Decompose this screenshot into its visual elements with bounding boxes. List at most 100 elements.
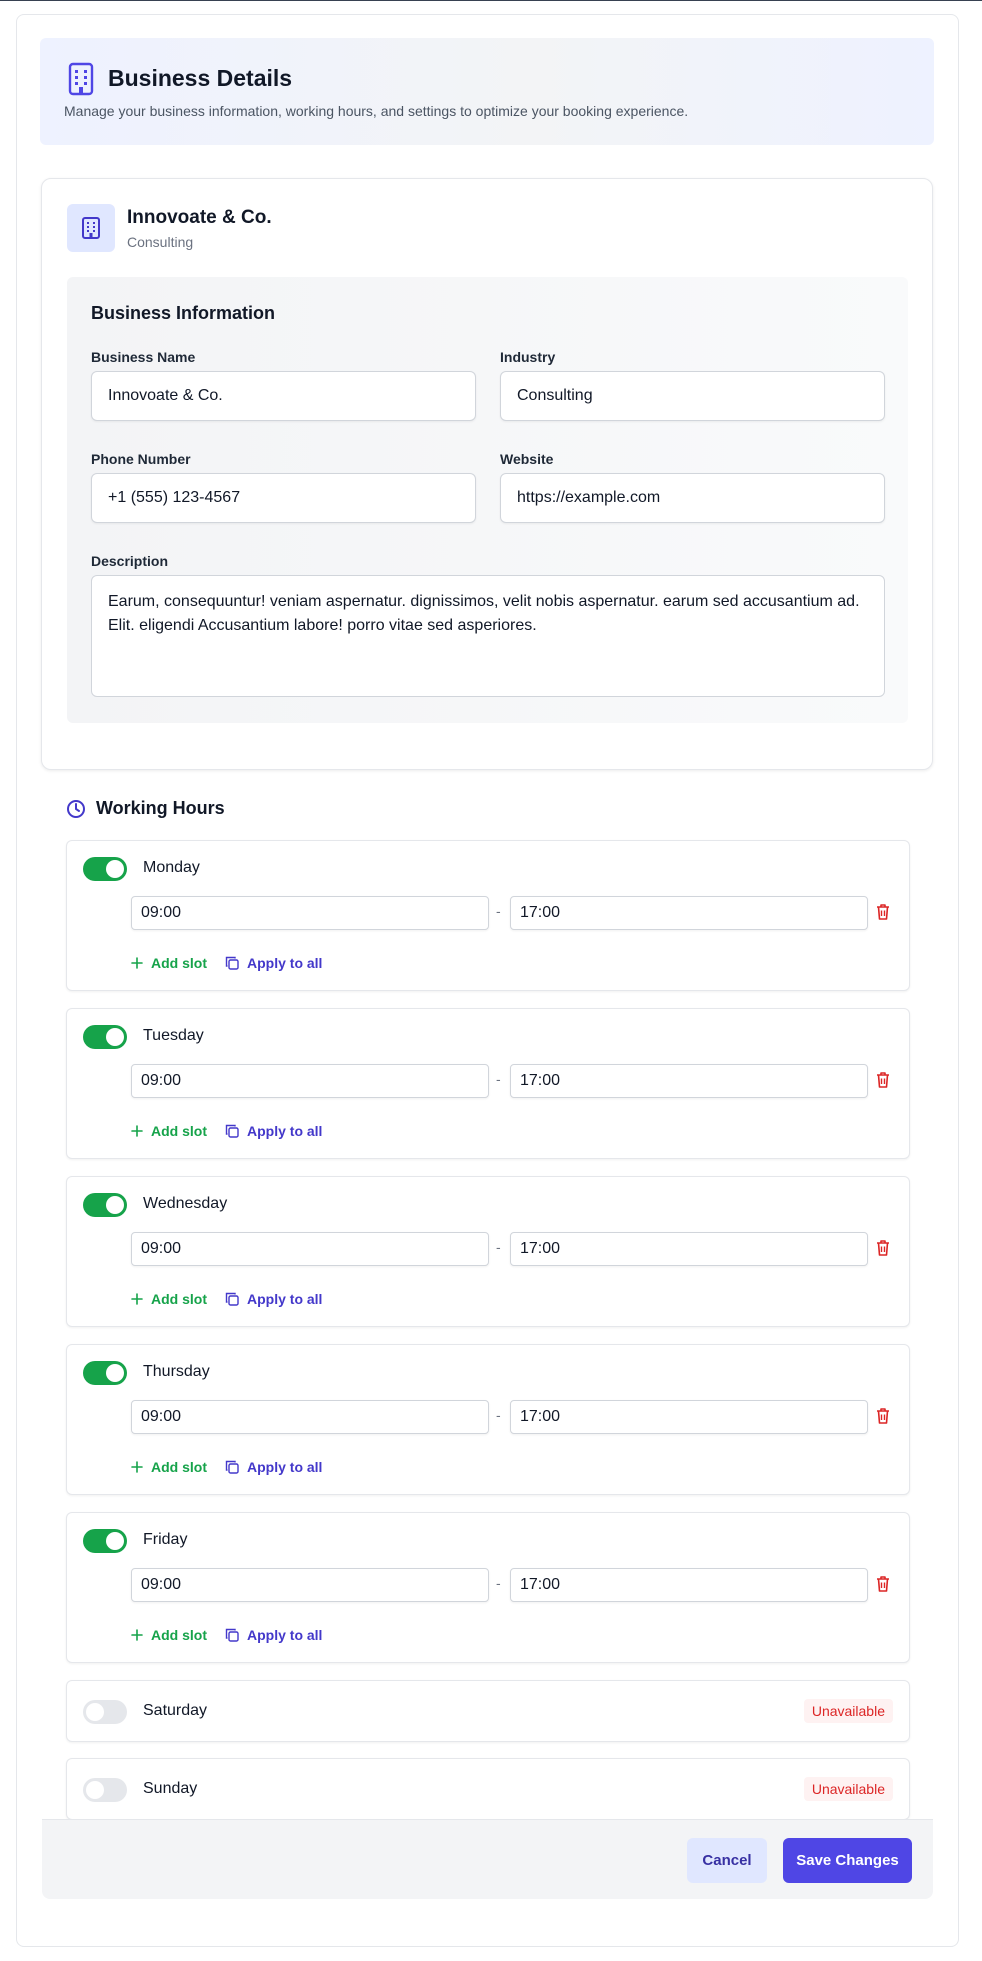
add-slot-label: Add slot [151,1291,207,1307]
description-textarea[interactable]: Earum, consequuntur! veniam aspernatur. … [91,575,885,697]
business-card: Innovoate & Co. Consulting Business Info… [41,178,933,770]
apply-to-all-label: Apply to all [247,1123,323,1139]
toggle-knob [106,1196,124,1214]
day-name: Tuesday [143,1027,204,1044]
day-toggle-tuesday[interactable] [83,1025,127,1049]
business-name-label: Business Name [91,349,196,365]
apply-to-all-button[interactable]: Apply to all [225,955,322,971]
plus-icon [131,1125,143,1137]
add-slot-label: Add slot [151,955,207,971]
trash-icon[interactable] [875,1239,891,1257]
day-card-tuesday: Tuesday - Add slot Apply to all [66,1008,910,1159]
unavailable-badge: Unavailable [803,1699,893,1723]
phone-label: Phone Number [91,451,191,467]
day-name: Wednesday [143,1195,228,1212]
apply-to-all-button[interactable]: Apply to all [225,1291,322,1307]
apply-to-all-label: Apply to all [247,1627,323,1643]
phone-input[interactable] [91,473,476,523]
time-separator: - [496,1071,501,1087]
business-name: Innovoate & Co. [127,207,272,228]
toggle-knob [106,1532,124,1550]
trash-icon[interactable] [875,1575,891,1593]
business-information-panel: Business Information Business Name Indus… [67,277,908,723]
day-card-thursday: Thursday - Add slot Apply to all [66,1344,910,1495]
add-slot-label: Add slot [151,1123,207,1139]
day-toggle-wednesday[interactable] [83,1193,127,1217]
day-name: Sunday [143,1780,198,1797]
apply-to-all-button[interactable]: Apply to all [225,1123,322,1139]
plus-icon [131,957,143,969]
toggle-knob [106,1028,124,1046]
day-toggle-thursday[interactable] [83,1361,127,1385]
industry-label: Industry [500,349,556,365]
add-slot-button[interactable]: Add slot [131,1123,207,1139]
copy-icon [225,1124,239,1138]
day-card-sunday: Sunday Unavailable [66,1758,910,1820]
apply-to-all-label: Apply to all [247,1459,323,1475]
copy-icon [225,956,239,970]
start-time-input[interactable] [131,1400,489,1434]
page-subtitle: Manage your business information, workin… [64,103,689,119]
time-separator: - [496,903,501,919]
time-separator: - [496,1575,501,1591]
building-icon [82,217,100,239]
end-time-input[interactable] [510,1400,868,1434]
start-time-input[interactable] [131,1064,489,1098]
building-icon [68,62,94,96]
apply-to-all-label: Apply to all [247,955,323,971]
website-input[interactable] [500,473,885,523]
day-toggle-friday[interactable] [83,1529,127,1553]
end-time-input[interactable] [510,1232,868,1266]
top-border [0,0,982,1]
cancel-button[interactable]: Cancel [687,1838,767,1883]
add-slot-button[interactable]: Add slot [131,1291,207,1307]
end-time-input[interactable] [510,1568,868,1602]
toggle-knob [86,1781,104,1799]
plus-icon [131,1293,143,1305]
page-title: Business Details [108,65,293,91]
unavailable-badge: Unavailable [803,1777,893,1801]
start-time-input[interactable] [131,1232,489,1266]
trash-icon[interactable] [875,1407,891,1425]
day-toggle-sunday[interactable] [83,1778,127,1802]
day-name: Monday [143,859,200,876]
save-changes-button[interactable]: Save Changes [783,1838,912,1883]
working-hours-title: Working Hours [66,798,225,819]
add-slot-button[interactable]: Add slot [131,1459,207,1475]
apply-to-all-button[interactable]: Apply to all [225,1627,322,1643]
day-name: Thursday [143,1363,210,1380]
time-separator: - [496,1239,501,1255]
working-hours-label: Working Hours [96,798,225,818]
business-name-input[interactable] [91,371,476,421]
day-toggle-saturday[interactable] [83,1700,127,1724]
end-time-input[interactable] [510,1064,868,1098]
industry-input[interactable] [500,371,885,421]
trash-icon[interactable] [875,903,891,921]
section-title: Business Information [91,303,276,323]
business-logo [67,204,115,252]
add-slot-button[interactable]: Add slot [131,1627,207,1643]
time-separator: - [496,1407,501,1423]
day-card-monday: Monday - Add slot Apply to all [66,840,910,991]
website-label: Website [500,451,554,467]
apply-to-all-label: Apply to all [247,1291,323,1307]
business-industry: Consulting [127,234,194,250]
start-time-input[interactable] [131,1568,489,1602]
plus-icon [131,1461,143,1473]
end-time-input[interactable] [510,896,868,930]
apply-to-all-button[interactable]: Apply to all [225,1459,322,1475]
trash-icon[interactable] [875,1071,891,1089]
day-name: Friday [143,1531,188,1548]
plus-icon [131,1629,143,1641]
start-time-input[interactable] [131,896,489,930]
add-slot-label: Add slot [151,1459,207,1475]
toggle-knob [106,860,124,878]
toggle-knob [86,1703,104,1721]
copy-icon [225,1628,239,1642]
day-toggle-monday[interactable] [83,857,127,881]
add-slot-button[interactable]: Add slot [131,955,207,971]
add-slot-label: Add slot [151,1627,207,1643]
page-header: Business Details Manage your business in… [40,38,934,145]
toggle-knob [106,1364,124,1382]
description-label: Description [91,553,169,569]
